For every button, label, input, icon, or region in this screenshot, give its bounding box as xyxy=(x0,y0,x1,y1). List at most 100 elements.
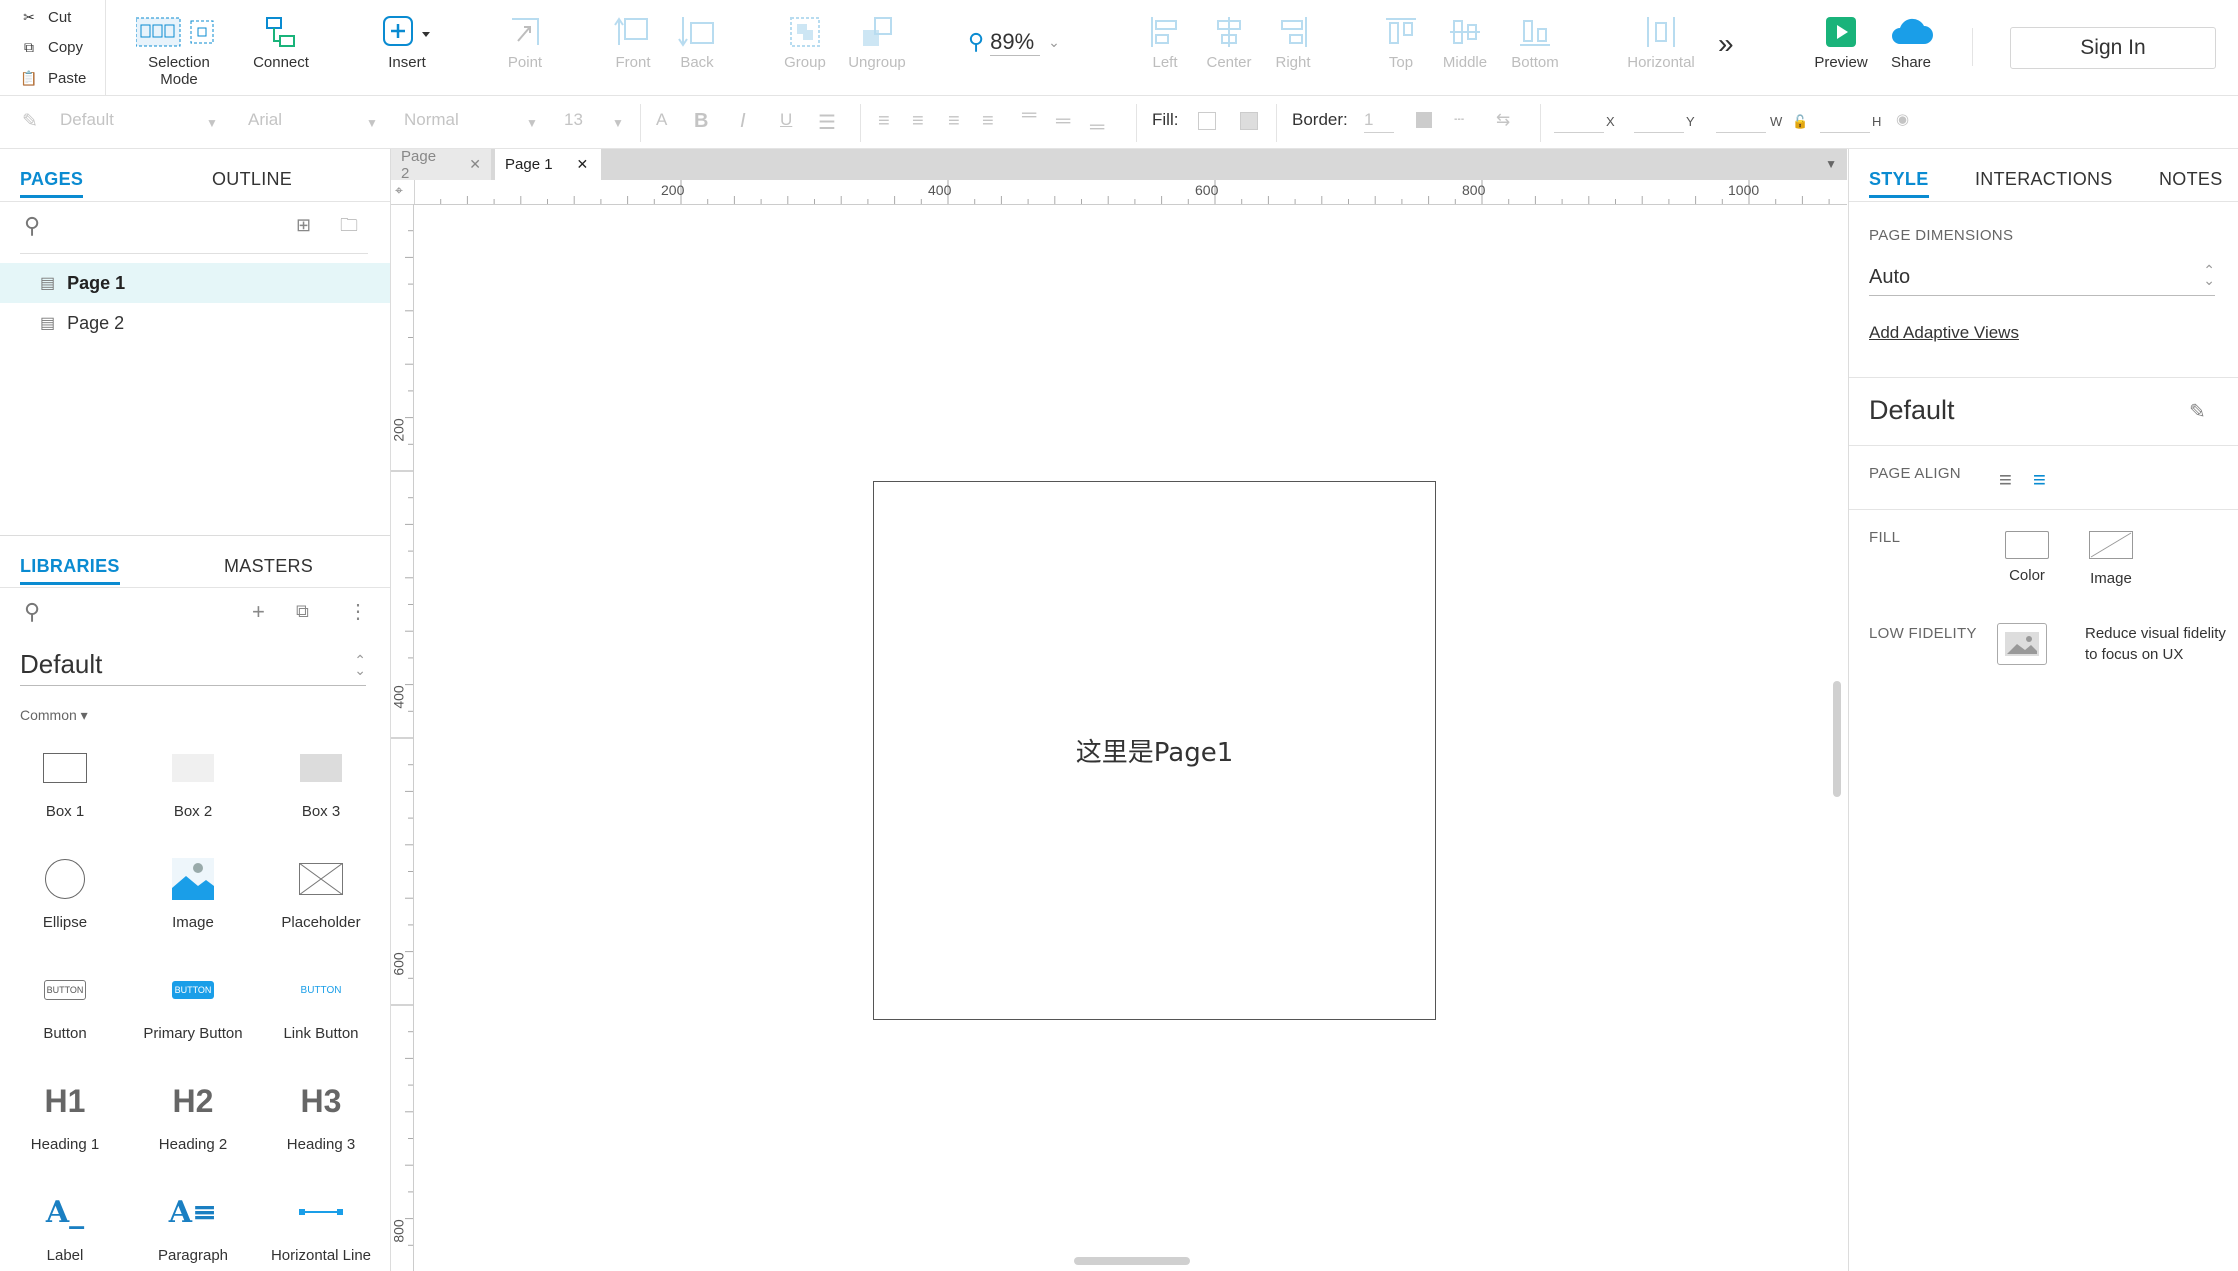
doc-tab-page-1[interactable]: Page 1 ✕ xyxy=(495,149,601,180)
tab-interactions[interactable]: INTERACTIONS xyxy=(1975,169,2113,190)
align-right-button[interactable]: Right xyxy=(1248,10,1338,85)
fill-color-button[interactable]: Color xyxy=(1997,531,2057,584)
widget-paragraph[interactable]: A≡ Paragraph xyxy=(128,1177,258,1265)
widget-horizontal-line[interactable]: Horizontal Line xyxy=(256,1177,386,1264)
italic-icon[interactable]: I xyxy=(740,110,746,133)
valign-bottom-icon[interactable]: ═ xyxy=(1090,116,1104,139)
widget-link-button[interactable]: BUTTON Link Button xyxy=(256,955,386,1043)
widget-box-1[interactable]: Box 1 xyxy=(0,733,130,820)
border-width-input[interactable]: 1 xyxy=(1364,110,1373,130)
library-select[interactable]: Default ⌃ ⌄ xyxy=(20,649,366,686)
underline-icon[interactable]: U xyxy=(780,110,792,130)
widget-heading-2[interactable]: H2 Heading 2 xyxy=(128,1066,258,1154)
copy-button[interactable]: ⧉ Copy xyxy=(0,32,104,62)
text-align-right-icon[interactable]: ≡ xyxy=(948,110,960,133)
close-icon[interactable]: ✕ xyxy=(577,156,589,173)
align-bottom-button[interactable]: Bottom xyxy=(1490,10,1580,85)
insert-button[interactable]: Insert xyxy=(362,10,452,85)
widget-box-3[interactable]: Box 3 xyxy=(256,733,386,820)
zoom-control[interactable]: ⚲ 89% ⌄ xyxy=(968,24,1080,60)
text-align-left-icon[interactable]: ≡ xyxy=(878,110,890,133)
style-edit-icon[interactable]: ✎ xyxy=(2189,399,2206,424)
widget-label[interactable]: A_ Label xyxy=(0,1177,130,1265)
style-edit-icon[interactable]: ✎ xyxy=(22,110,38,133)
tab-libraries[interactable]: LIBRARIES xyxy=(20,556,120,585)
widget-heading-1[interactable]: H1 Heading 1 xyxy=(0,1066,130,1154)
distribute-horizontal-button[interactable]: Horizontal xyxy=(1616,10,1706,85)
doc-tab-page-2[interactable]: Page 2 ✕ xyxy=(391,148,491,182)
chevron-updown-icon: ⌃ ⌄ xyxy=(354,652,366,678)
search-icon[interactable]: ⚲ xyxy=(24,213,40,239)
canvas-box-widget[interactable]: 这里是Page1 xyxy=(873,481,1436,1020)
widget-ellipse[interactable]: Ellipse xyxy=(0,844,130,931)
tab-outline[interactable]: OUTLINE xyxy=(212,169,292,190)
horizontal-scrollbar[interactable] xyxy=(1074,1257,1190,1265)
add-adaptive-views-link[interactable]: Add Adaptive Views xyxy=(1869,323,2019,343)
arrow-style-icon[interactable]: ⇆ xyxy=(1496,110,1510,130)
fill-shadow-swatch[interactable] xyxy=(1240,112,1258,130)
widget-primary-button[interactable]: BUTTON Primary Button xyxy=(128,955,258,1042)
text-justify-icon[interactable]: ≡ xyxy=(982,110,994,133)
vertical-scrollbar[interactable] xyxy=(1833,681,1841,797)
bullet-list-icon[interactable]: ☰ xyxy=(818,110,836,135)
cut-button[interactable]: ✂ Cut xyxy=(0,2,104,32)
font-select[interactable]: Arial xyxy=(248,110,282,130)
widget-box-2[interactable]: Box 2 xyxy=(128,733,258,820)
sign-in-button[interactable]: Sign In xyxy=(2010,27,2216,69)
distribute-horizontal-icon xyxy=(1616,10,1706,54)
add-library-icon[interactable]: + xyxy=(252,599,265,625)
widget-placeholder[interactable]: Placeholder xyxy=(256,844,386,931)
font-weight-select[interactable]: Normal xyxy=(404,110,459,130)
tab-masters[interactable]: MASTERS xyxy=(224,556,313,577)
design-canvas[interactable]: 这里是Page1 xyxy=(414,205,1847,1271)
style-select[interactable]: Default xyxy=(60,110,114,130)
tab-style[interactable]: STYLE xyxy=(1869,169,1929,198)
send-back-button[interactable]: Back xyxy=(652,10,742,85)
close-icon[interactable]: ✕ xyxy=(469,156,481,173)
valign-middle-icon[interactable]: ═ xyxy=(1056,110,1070,133)
x-input[interactable] xyxy=(1554,132,1604,133)
point-button[interactable]: Point xyxy=(480,10,570,85)
tabs-menu-icon[interactable]: ▼ xyxy=(1825,157,1837,171)
page-item-page-1[interactable]: ▤ Page 1 xyxy=(0,263,390,303)
page-align-center-icon[interactable]: ≡ xyxy=(2033,467,2046,493)
ellipse-icon xyxy=(0,844,130,914)
low-fidelity-toggle[interactable] xyxy=(1997,623,2047,665)
selection-mode-button[interactable]: Selection Mode xyxy=(134,10,224,88)
font-size-select[interactable]: 13 xyxy=(564,110,583,130)
bold-icon[interactable]: B xyxy=(694,110,708,133)
page-item-page-2[interactable]: ▤ Page 2 xyxy=(0,303,390,343)
w-input[interactable] xyxy=(1716,132,1766,133)
lock-icon[interactable]: 🔓 xyxy=(1792,114,1808,130)
widget-heading-3[interactable]: H3 Heading 3 xyxy=(256,1066,386,1154)
widget-button[interactable]: BUTTON Button xyxy=(0,955,130,1042)
text-align-center-icon[interactable]: ≡ xyxy=(912,110,924,133)
tab-pages[interactable]: PAGES xyxy=(20,169,84,198)
ungroup-button[interactable]: Ungroup xyxy=(832,10,922,85)
page-align-left-icon[interactable]: ≡ xyxy=(1999,467,2012,493)
y-input[interactable] xyxy=(1634,132,1684,133)
category-toggle[interactable]: Common ▾ xyxy=(20,707,88,724)
folder-icon[interactable]: 🗀 xyxy=(340,213,358,243)
font-color-icon[interactable]: A xyxy=(656,110,667,130)
fill-image-button[interactable]: Image xyxy=(2081,531,2141,587)
fill-color-swatch[interactable] xyxy=(1198,112,1216,130)
border-style-icon[interactable]: ┄ xyxy=(1454,110,1464,130)
paste-button[interactable]: 📋 Paste xyxy=(0,63,104,93)
tab-notes[interactable]: NOTES xyxy=(2159,169,2223,190)
visibility-icon[interactable]: ◉ xyxy=(1896,110,1909,128)
widget-image[interactable]: Image xyxy=(128,844,258,931)
more-options-icon[interactable]: ⋮ xyxy=(348,599,368,624)
library-stack-icon[interactable]: ⧉ xyxy=(296,601,309,622)
add-page-icon[interactable]: ⊞ xyxy=(296,215,311,236)
search-icon[interactable]: ⚲ xyxy=(24,599,40,625)
share-button[interactable]: Share xyxy=(1866,10,1956,85)
connect-button[interactable]: Connect xyxy=(236,10,326,85)
h-input[interactable] xyxy=(1820,132,1870,133)
border-color-swatch[interactable] xyxy=(1416,112,1432,128)
valign-top-icon[interactable]: ═ xyxy=(1022,104,1036,127)
more-tools-icon[interactable]: » xyxy=(1718,28,1734,60)
page-dimensions-select[interactable]: Auto ⌃ ⌄ xyxy=(1869,259,2215,296)
document-tabs: Page 2 ✕ Page 1 ✕ ▼ xyxy=(391,148,1847,182)
copy-icon: ⧉ xyxy=(24,38,34,55)
